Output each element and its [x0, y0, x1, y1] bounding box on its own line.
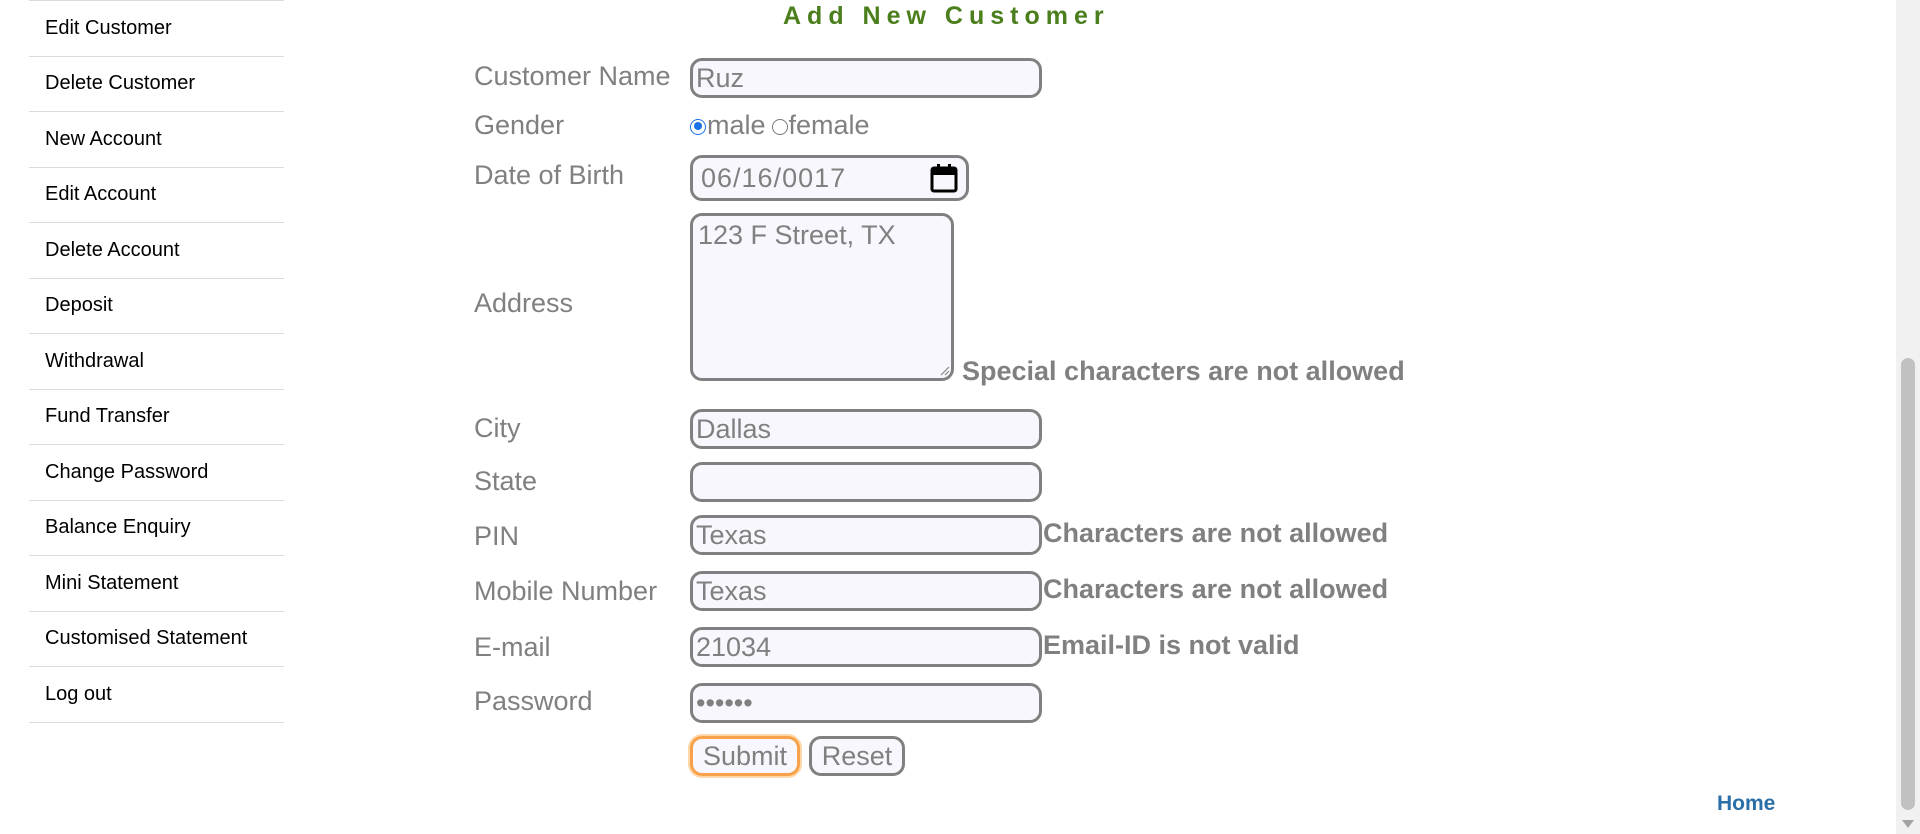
state-label: State — [474, 466, 538, 496]
pin-input[interactable] — [690, 515, 1042, 555]
email-input[interactable] — [690, 627, 1042, 667]
email-error-message: Email-ID is not valid — [1043, 630, 1300, 660]
home-link[interactable]: Home — [1717, 792, 1775, 816]
city-input[interactable] — [690, 409, 1042, 449]
password-label: Password — [474, 686, 593, 716]
address-textarea[interactable]: 123 F Street, TX — [690, 213, 954, 381]
calendar-icon[interactable] — [930, 163, 958, 193]
dob-input[interactable]: 06/16/0017 — [690, 155, 969, 201]
gender-female-radio[interactable] — [771, 118, 788, 135]
scrollbar-thumb[interactable] — [1901, 358, 1915, 810]
pin-label: PIN — [474, 521, 520, 551]
city-label: City — [474, 413, 521, 443]
state-input[interactable] — [690, 462, 1042, 502]
gender-radio-group: male female — [690, 110, 870, 141]
pin-error-message: Characters are not allowed — [1043, 518, 1389, 548]
scroll-down-arrow-icon[interactable] — [1902, 820, 1914, 828]
gender-male-radio[interactable] — [690, 118, 706, 135]
customer-name-input[interactable] — [690, 58, 1042, 98]
dob-value: 06/16/0017 — [701, 162, 847, 193]
gender-female-label: female — [788, 110, 870, 140]
submit-button[interactable]: Submit — [690, 736, 800, 776]
gender-male-label: male — [707, 110, 766, 140]
mobile-input[interactable] — [690, 571, 1042, 611]
vertical-scrollbar[interactable] — [1896, 0, 1920, 834]
mobile-error-message: Characters are not allowed — [1043, 574, 1389, 604]
mobile-label: Mobile Number — [474, 576, 658, 606]
page-title: Add New Customer — [783, 2, 1110, 30]
address-error-message: Special characters are not allowed — [962, 356, 1405, 386]
reset-button[interactable]: Reset — [809, 736, 905, 776]
password-input[interactable] — [690, 683, 1042, 723]
address-label: Address — [474, 288, 574, 318]
gender-label: Gender — [474, 110, 565, 140]
dob-label: Date of Birth — [474, 160, 625, 190]
email-label: E-mail — [474, 632, 551, 662]
customer-name-label: Customer Name — [474, 61, 671, 91]
add-customer-form: Add New Customer Customer Name Gender ma… — [0, 0, 1896, 834]
